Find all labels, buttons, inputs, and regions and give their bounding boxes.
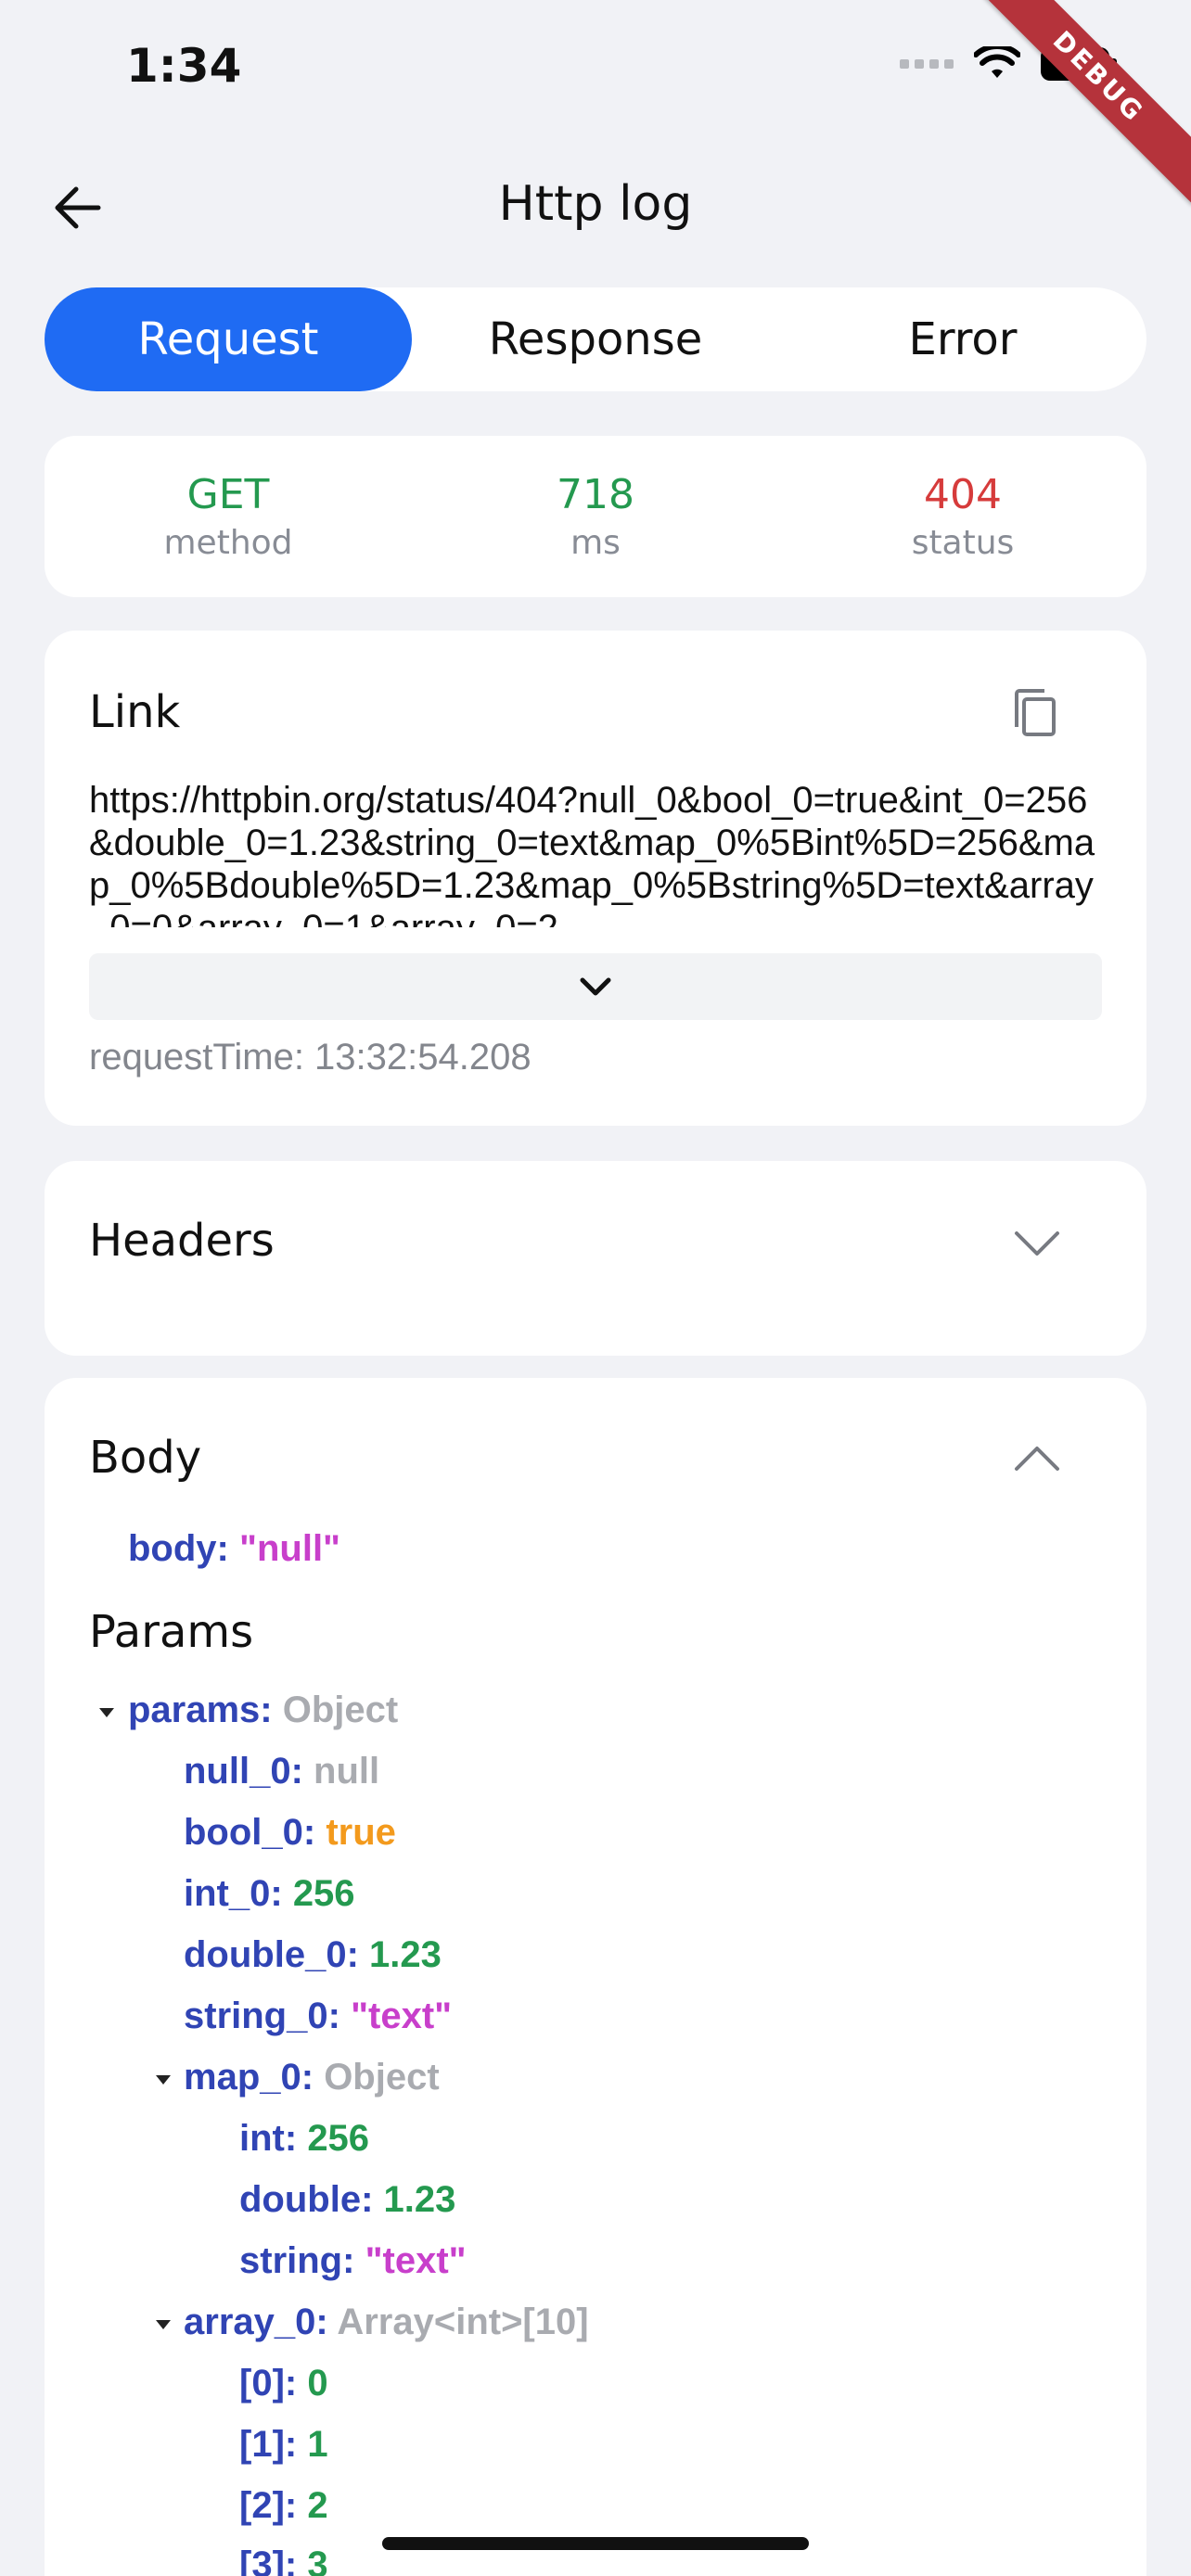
tree-row: [0]: 0	[239, 2363, 328, 2404]
wifi-icon	[974, 46, 1020, 78]
tree-value: 2	[307, 2485, 328, 2526]
tree-row: bool_0: true	[184, 1812, 396, 1854]
body-section-title: Body	[89, 1432, 202, 1484]
tree-row: double_0: 1.23	[184, 1934, 442, 1976]
tree-row: [1]: 1	[239, 2424, 328, 2466]
tree-row: [2]: 2	[239, 2485, 328, 2527]
tree-value: 256	[292, 1873, 355, 1914]
params-type: Object	[282, 1690, 399, 1730]
tree-value: "text"	[351, 1996, 453, 2036]
tree-key: array_0:	[184, 2302, 328, 2342]
tree-key: [2]:	[239, 2485, 298, 2526]
tree-value: null	[314, 1751, 380, 1792]
params-node[interactable]: params: Object	[128, 1690, 398, 1731]
array-node[interactable]: array_0: Array<int>[10]	[184, 2302, 589, 2343]
body-value: "null"	[239, 1528, 341, 1569]
tree-key: [0]:	[239, 2363, 298, 2404]
tree-key: string_0:	[184, 1996, 340, 2036]
expand-caret-icon[interactable]	[156, 2075, 171, 2085]
tree-key: [1]:	[239, 2424, 298, 2465]
body-key: body:	[128, 1528, 229, 1569]
tree-value: 256	[307, 2118, 370, 2159]
body-field: body: "null"	[128, 1528, 340, 1570]
tree-key: double_0:	[184, 1934, 359, 1975]
method-label: method	[163, 524, 293, 562]
tab-request[interactable]: Request	[45, 287, 412, 391]
tree-value: "text"	[365, 2240, 467, 2281]
chevron-down-icon[interactable]	[1011, 1226, 1063, 1263]
method-value: GET	[186, 471, 270, 518]
tree-row: int_0: 256	[184, 1873, 355, 1915]
map-node[interactable]: map_0: Object	[184, 2057, 440, 2098]
tree-row: string: "text"	[239, 2240, 467, 2282]
link-section-title: Link	[89, 686, 181, 738]
status-stat: 404 status	[779, 436, 1146, 597]
tab-response[interactable]: Response	[412, 287, 779, 391]
copy-icon[interactable]	[1007, 686, 1061, 740]
status-label: status	[911, 524, 1015, 562]
duration-stat: 718 ms	[412, 436, 779, 597]
tree-value: true	[326, 1812, 396, 1853]
duration-label: ms	[570, 524, 621, 562]
chevron-down-icon	[580, 977, 611, 996]
tab-error[interactable]: Error	[779, 287, 1146, 391]
tree-key: double:	[239, 2179, 374, 2220]
tree-value: 1	[307, 2424, 328, 2465]
expand-caret-icon[interactable]	[99, 1708, 114, 1717]
tree-type: Object	[324, 2057, 440, 2098]
tree-key: null_0:	[184, 1751, 303, 1792]
status-bar-time: 1:34	[126, 39, 242, 93]
tree-key: string:	[239, 2240, 355, 2281]
tree-value: 1.23	[383, 2179, 456, 2220]
tree-row: string_0: "text"	[184, 1996, 452, 2037]
status-value: 404	[924, 471, 1002, 518]
params-section-title: Params	[89, 1606, 254, 1658]
tree-type: Array<int>[10]	[337, 2302, 589, 2342]
tree-key: map_0:	[184, 2057, 314, 2098]
request-url[interactable]: https://httpbin.org/status/404?null_0&bo…	[89, 779, 1109, 927]
tree-key: int_0:	[184, 1873, 283, 1914]
tree-key: int:	[239, 2118, 298, 2159]
tree-row: int: 256	[239, 2118, 369, 2160]
request-time: requestTime: 13:32:54.208	[89, 1037, 531, 1078]
tree-value: 1.23	[369, 1934, 442, 1975]
tree-key: [3]:	[239, 2544, 298, 2576]
debug-banner: DEBUG	[970, 0, 1191, 205]
expand-url-button[interactable]	[89, 953, 1102, 1020]
home-indicator[interactable]	[382, 2537, 809, 2550]
chevron-up-icon[interactable]	[1011, 1439, 1063, 1476]
expand-caret-icon[interactable]	[156, 2320, 171, 2329]
headers-section-title: Headers	[89, 1215, 275, 1267]
tree-value: 3	[307, 2544, 328, 2576]
tree-row: [3]: 3	[239, 2544, 328, 2576]
tree-row: null_0: null	[184, 1751, 379, 1792]
cellular-signal-icon	[900, 59, 954, 69]
params-key: params:	[128, 1690, 273, 1730]
tree-value: 0	[307, 2363, 328, 2404]
duration-value: 718	[557, 471, 634, 518]
request-summary-card: GET method 718 ms 404 status	[45, 436, 1146, 597]
tree-row: double: 1.23	[239, 2179, 455, 2221]
page-title: Http log	[498, 176, 693, 232]
method-stat: GET method	[45, 436, 412, 597]
tab-bar: Request Response Error	[45, 287, 1146, 391]
tree-key: bool_0:	[184, 1812, 316, 1853]
